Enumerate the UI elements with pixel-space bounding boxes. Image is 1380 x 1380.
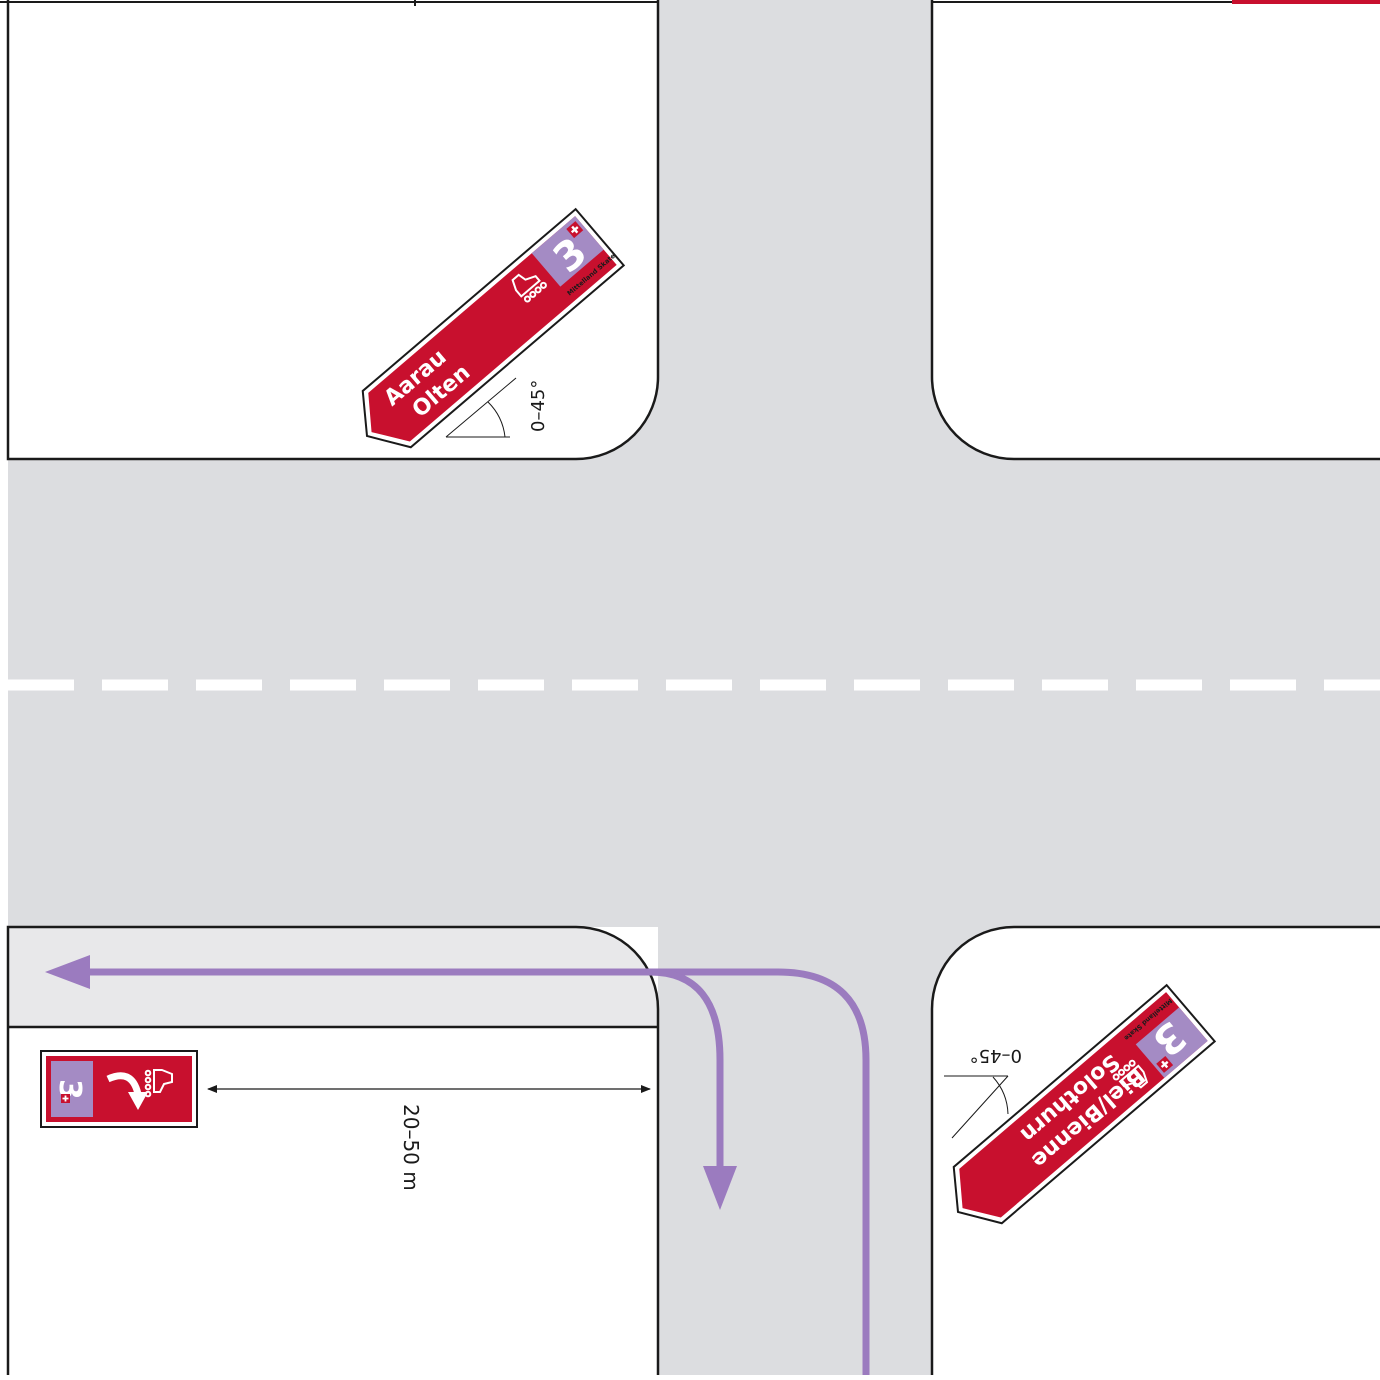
distance-label: 20–50 m <box>399 1104 423 1191</box>
angle-label-bottom: 0–45° <box>970 1045 1022 1066</box>
direction-sign-biel-solothurn: 3 Mittelland Skate Biel/Bienne Solothurn <box>952 983 1217 1225</box>
advance-turn-sign: 3 <box>40 1050 198 1128</box>
angle-label-top: 0–45° <box>528 380 549 432</box>
direction-sign-aarau-olten: 3 Mittelland Skate Aarau Olten <box>361 207 626 449</box>
intersection-diagram: 3 Mittelland Skate Aarau Olten 0–45° 3 M… <box>0 0 1380 1375</box>
